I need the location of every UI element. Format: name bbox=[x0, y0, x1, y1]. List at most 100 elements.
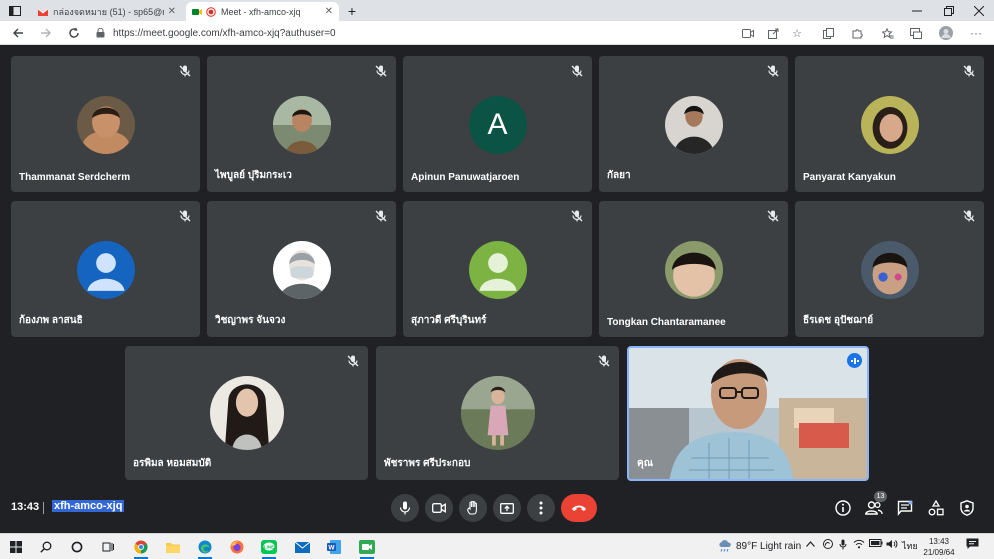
forward-icon[interactable] bbox=[33, 21, 59, 45]
svg-text:W: W bbox=[328, 545, 335, 552]
activities-icon[interactable] bbox=[926, 498, 946, 518]
word-icon[interactable]: W bbox=[323, 537, 345, 557]
search-icon[interactable] bbox=[35, 537, 57, 557]
restore-icon[interactable] bbox=[934, 0, 964, 21]
new-tab-button[interactable]: + bbox=[341, 0, 363, 21]
volume-icon[interactable] bbox=[886, 539, 898, 552]
avatar-initial: A bbox=[468, 96, 527, 154]
extensions-icon[interactable] bbox=[846, 21, 868, 45]
tab-label: Meet - xfh-amco-xjq bbox=[221, 6, 301, 17]
divider bbox=[43, 502, 44, 514]
meeting-code[interactable]: xfh-amco-xjq bbox=[52, 500, 125, 512]
mic-off-icon bbox=[570, 209, 584, 223]
meeting-details-icon[interactable] bbox=[833, 498, 853, 518]
avatar bbox=[664, 96, 723, 154]
close-tab-icon[interactable]: ✕ bbox=[325, 6, 333, 17]
participant-tile[interactable]: Panyarat Kanyakun bbox=[795, 56, 984, 192]
self-video-tile[interactable]: คุณ bbox=[627, 346, 869, 481]
tab-gmail[interactable]: กล่องจดหมาย (51) - sp65@namsc ✕ bbox=[32, 2, 182, 21]
camera-in-use-icon[interactable] bbox=[737, 21, 759, 45]
avatar bbox=[272, 96, 331, 154]
settings-more-icon[interactable]: ··· bbox=[965, 21, 987, 45]
participant-tile[interactable]: Tongkan Chantaramanee bbox=[599, 201, 788, 337]
participant-tile[interactable]: สุภาวดี ศรีบุรินทร์ bbox=[403, 201, 592, 337]
tab-meet[interactable]: Meet - xfh-amco-xjq ✕ bbox=[186, 2, 339, 21]
participant-name: ธีรเดช อุปัชฌาย์ bbox=[803, 315, 874, 326]
favorites-icon[interactable] bbox=[877, 21, 899, 45]
microphone-button[interactable] bbox=[391, 494, 419, 522]
taskbar-clock[interactable]: 13:43 21/09/64 bbox=[917, 536, 961, 558]
tab-label: กล่องจดหมาย (51) - sp65@namsc bbox=[53, 6, 164, 17]
collections-icon[interactable] bbox=[817, 21, 839, 45]
mic-off-icon bbox=[374, 209, 388, 223]
onedrive-icon[interactable] bbox=[822, 539, 834, 552]
hang-up-icon bbox=[571, 504, 587, 512]
browser-collections-icon[interactable] bbox=[905, 21, 927, 45]
mic-off-icon bbox=[346, 354, 360, 368]
more-options-button[interactable] bbox=[527, 494, 555, 522]
present-screen-button[interactable] bbox=[493, 494, 521, 522]
close-window-icon[interactable] bbox=[964, 0, 994, 21]
host-controls-icon[interactable] bbox=[957, 498, 977, 518]
mic-off-icon bbox=[178, 209, 192, 223]
back-icon[interactable] bbox=[5, 21, 31, 45]
file-explorer-icon[interactable] bbox=[162, 537, 184, 557]
browser-toolbar: https://meet.google.com/xfh-amco-xjq?aut… bbox=[0, 21, 994, 45]
task-view-icon[interactable] bbox=[97, 537, 119, 557]
mic-off-icon bbox=[962, 209, 976, 223]
firefox-icon[interactable] bbox=[226, 537, 248, 557]
participant-name: ไพบูลย์ ปุริมกระเว bbox=[215, 170, 292, 181]
participant-tile[interactable]: ไพบูลย์ ปุริมกระเว bbox=[207, 56, 396, 192]
participant-name: Panyarat Kanyakun bbox=[803, 172, 896, 183]
participant-tile[interactable]: ธีรเดช อุปัชฌาย์ bbox=[795, 201, 984, 337]
participant-tile[interactable]: Thammanat Serdcherm bbox=[11, 56, 200, 192]
avatar bbox=[460, 376, 535, 450]
share-icon[interactable] bbox=[762, 21, 784, 45]
input-language[interactable]: ไทย bbox=[902, 539, 918, 553]
participant-tile[interactable]: ก้องภพ ลาสนธิ bbox=[11, 201, 200, 337]
camera-button[interactable] bbox=[425, 494, 453, 522]
participant-tile[interactable]: อรพิมล หอมสมบัติ bbox=[125, 346, 368, 480]
participant-tile[interactable]: พัชราพร ศรีประกอบ bbox=[376, 346, 619, 480]
participant-name: พัชราพร ศรีประกอบ bbox=[384, 458, 471, 469]
present-icon bbox=[500, 502, 514, 514]
mail-icon[interactable] bbox=[291, 537, 313, 557]
profile-avatar[interactable] bbox=[935, 21, 957, 45]
chat-icon[interactable] bbox=[895, 498, 915, 518]
raise-hand-button[interactable] bbox=[459, 494, 487, 522]
reload-icon[interactable] bbox=[61, 21, 87, 45]
avatar bbox=[76, 96, 135, 154]
wifi-icon[interactable] bbox=[853, 539, 865, 552]
weather-text: 89°F Light rain bbox=[736, 540, 802, 552]
close-tab-icon[interactable]: ✕ bbox=[168, 6, 176, 17]
mic-off-icon bbox=[570, 64, 584, 78]
battery-icon[interactable] bbox=[869, 539, 883, 550]
taskbar-date: 21/09/64 bbox=[923, 548, 955, 557]
meeting-controls: 13:43 xfh-amco-xjq 13 bbox=[0, 486, 994, 530]
people-count-badge: 13 bbox=[874, 491, 887, 502]
chevron-up-icon[interactable] bbox=[806, 539, 815, 550]
meeting-time: 13:43 bbox=[11, 501, 40, 513]
hand-icon bbox=[467, 501, 479, 515]
participant-tile[interactable]: กัลยา bbox=[599, 56, 788, 192]
avatar bbox=[272, 241, 331, 299]
line-app-icon[interactable]: LINE bbox=[258, 537, 280, 559]
address-bar[interactable]: https://meet.google.com/xfh-amco-xjq?aut… bbox=[96, 24, 816, 42]
windows-start-icon[interactable] bbox=[5, 537, 27, 557]
edge-icon[interactable] bbox=[194, 537, 216, 559]
minimize-icon[interactable] bbox=[902, 0, 932, 21]
windows-taskbar: LINE W 89°F Light rain ไทย 13:43 21/09/6… bbox=[0, 533, 994, 559]
leave-call-button[interactable] bbox=[561, 494, 597, 522]
weather-widget[interactable]: 89°F Light rain bbox=[718, 540, 801, 552]
microphone-tray-icon[interactable] bbox=[839, 539, 847, 553]
mic-off-icon bbox=[962, 64, 976, 78]
participant-tile[interactable]: A Apinun Panuwatjaroen bbox=[403, 56, 592, 192]
notifications-icon[interactable] bbox=[966, 538, 979, 553]
cortana-icon[interactable] bbox=[66, 537, 88, 557]
tab-actions-icon[interactable] bbox=[0, 0, 30, 21]
participant-tile[interactable]: วิชญาพร จันจวง bbox=[207, 201, 396, 337]
chrome-icon[interactable] bbox=[130, 537, 152, 559]
mic-off-icon bbox=[766, 64, 780, 78]
favorite-star-icon[interactable]: ☆ bbox=[786, 21, 808, 45]
meet-pwa-icon[interactable] bbox=[356, 537, 378, 559]
